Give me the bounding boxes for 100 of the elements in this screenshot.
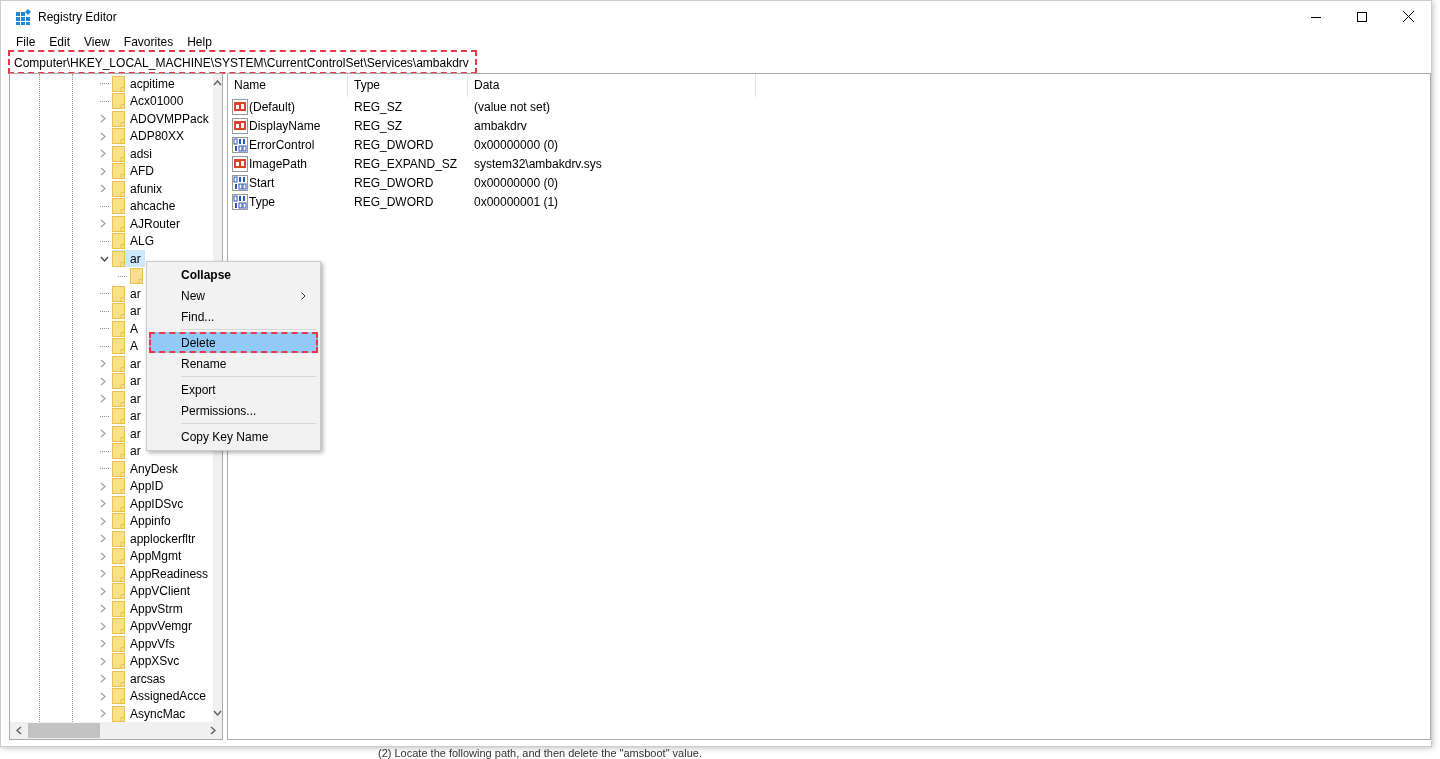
- tree-item[interactable]: AppvVemgr: [112, 617, 197, 635]
- expand-chevron-icon[interactable]: [100, 691, 106, 701]
- tree-item[interactable]: ar: [112, 425, 145, 443]
- column-header[interactable]: Type: [348, 74, 468, 97]
- menu-item[interactable]: Collapse: [149, 264, 318, 285]
- expand-chevron-icon[interactable]: [100, 551, 106, 561]
- expand-chevron-icon[interactable]: [100, 481, 106, 491]
- expand-chevron-icon[interactable]: [100, 569, 106, 579]
- tree-item[interactable]: AnyDesk: [112, 460, 183, 478]
- tree-item[interactable]: adsi: [112, 145, 156, 163]
- folder-icon: [112, 705, 125, 722]
- expand-chevron-icon[interactable]: [100, 604, 106, 614]
- tree-item[interactable]: AppIDSvc: [112, 495, 188, 513]
- expand-chevron-icon[interactable]: [100, 639, 106, 649]
- tree-item[interactable]: AppVClient: [112, 582, 195, 600]
- expand-chevron-icon[interactable]: [100, 534, 106, 544]
- tree-item[interactable]: AJRouter: [112, 215, 185, 233]
- expand-chevron-icon[interactable]: [100, 516, 106, 526]
- value-name[interactable]: DisplayName: [249, 118, 321, 133]
- tree-item[interactable]: AppReadiness: [112, 565, 213, 583]
- tree-item[interactable]: ADOVMPPack: [112, 110, 213, 128]
- tree-item[interactable]: applockerfltr: [112, 530, 200, 548]
- expand-chevron-icon[interactable]: [100, 166, 106, 176]
- tree-item[interactable]: AsyncMac: [112, 705, 190, 722]
- folder-icon: [112, 513, 125, 530]
- tree-item[interactable]: AppXSvc: [112, 652, 184, 670]
- expand-chevron-icon[interactable]: [100, 499, 106, 509]
- menu-item[interactable]: Export: [149, 379, 318, 400]
- tree-item[interactable]: ar: [112, 407, 145, 425]
- tree-item[interactable]: AppMgmt: [112, 547, 186, 565]
- folder-icon: [112, 215, 125, 232]
- expand-chevron-icon[interactable]: [100, 131, 106, 141]
- horizontal-scrollbar[interactable]: [10, 722, 222, 739]
- tree-item[interactable]: afunix: [112, 180, 167, 198]
- binary-value-icon: [232, 174, 248, 191]
- folder-icon: [112, 128, 125, 145]
- expand-chevron-icon[interactable]: [100, 219, 106, 229]
- expand-chevron-icon[interactable]: [100, 149, 106, 159]
- menu-item[interactable]: View: [77, 34, 117, 49]
- column-header[interactable]: Name: [228, 74, 348, 97]
- tree-item[interactable]: ar: [112, 285, 145, 303]
- menu-item[interactable]: Help: [180, 34, 219, 49]
- tree-item[interactable]: A: [112, 337, 142, 355]
- expand-chevron-icon[interactable]: [100, 184, 106, 194]
- menu-item[interactable]: Copy Key Name: [149, 426, 318, 447]
- menu-item[interactable]: Favorites: [116, 34, 181, 49]
- tree-item[interactable]: ar: [112, 355, 145, 373]
- expand-chevron-icon[interactable]: [100, 674, 106, 684]
- tree-item[interactable]: ar: [112, 302, 145, 320]
- tree-item[interactable]: ar: [112, 250, 145, 268]
- scrollbar-thumb[interactable]: [28, 723, 100, 738]
- folder-icon: [112, 688, 125, 705]
- menu-item[interactable]: New: [149, 285, 318, 306]
- expand-chevron-icon[interactable]: [100, 709, 106, 719]
- tree-item[interactable]: AppID: [112, 477, 168, 495]
- tree-item[interactable]: AssignedAcce: [112, 687, 211, 705]
- expand-chevron-icon[interactable]: [100, 394, 106, 404]
- value-name[interactable]: Start: [249, 175, 275, 190]
- menu-item[interactable]: Delete: [149, 332, 318, 353]
- collapse-chevron-icon[interactable]: [100, 255, 109, 262]
- column-header[interactable]: Data: [468, 74, 756, 97]
- tree-item[interactable]: ar: [112, 390, 145, 408]
- expand-chevron-icon[interactable]: [100, 586, 106, 596]
- expand-chevron-icon[interactable]: [100, 376, 106, 386]
- value-name[interactable]: (Default): [249, 99, 295, 114]
- value-name[interactable]: ImagePath: [249, 156, 308, 171]
- expand-chevron-icon[interactable]: [100, 656, 106, 666]
- scroll-right-icon[interactable]: [210, 726, 216, 735]
- expand-chevron-icon[interactable]: [100, 114, 106, 124]
- folder-icon: [112, 635, 125, 652]
- tree-item[interactable]: AppvVfs: [112, 635, 179, 653]
- scroll-left-icon[interactable]: [16, 726, 22, 735]
- tree-item[interactable]: AFD: [112, 162, 158, 180]
- scroll-down-icon[interactable]: [212, 710, 222, 716]
- value-name[interactable]: Type: [249, 194, 275, 209]
- scroll-up-icon[interactable]: [212, 80, 222, 86]
- tree-item[interactable]: ar: [112, 442, 145, 460]
- tree-item[interactable]: ADP80XX: [112, 127, 189, 145]
- expand-chevron-icon[interactable]: [100, 359, 106, 369]
- tree-item[interactable]: ahcache: [112, 197, 180, 215]
- address-field[interactable]: Computer\HKEY_LOCAL_MACHINE\SYSTEM\CurrentControlSet\Services\ambakdrv: [9, 51, 476, 73]
- tree-item[interactable]: Appinfo: [112, 512, 175, 530]
- string-value-icon: [232, 117, 248, 134]
- tree-item[interactable]: A: [112, 320, 142, 338]
- value-data: 0x00000000 (0): [473, 175, 560, 190]
- tree-item[interactable]: arcsas: [112, 670, 170, 688]
- tree-item[interactable]: ALG: [112, 232, 158, 250]
- close-icon: [1402, 11, 1414, 22]
- tree-item[interactable]: ar: [112, 372, 145, 390]
- tree-item[interactable]: AppvStrm: [112, 600, 187, 618]
- expand-chevron-icon[interactable]: [100, 429, 106, 439]
- menu-item[interactable]: Edit: [42, 34, 78, 49]
- menu-item[interactable]: File: [9, 34, 43, 49]
- tree-item[interactable]: acpitime: [112, 75, 179, 93]
- expand-chevron-icon[interactable]: [100, 621, 106, 631]
- folder-icon: [112, 408, 125, 425]
- value-name[interactable]: ErrorControl: [249, 137, 315, 152]
- tree-item[interactable]: Acx01000: [112, 92, 188, 110]
- folder-icon: [112, 565, 125, 582]
- value-data: 0x00000001 (1): [473, 194, 560, 209]
